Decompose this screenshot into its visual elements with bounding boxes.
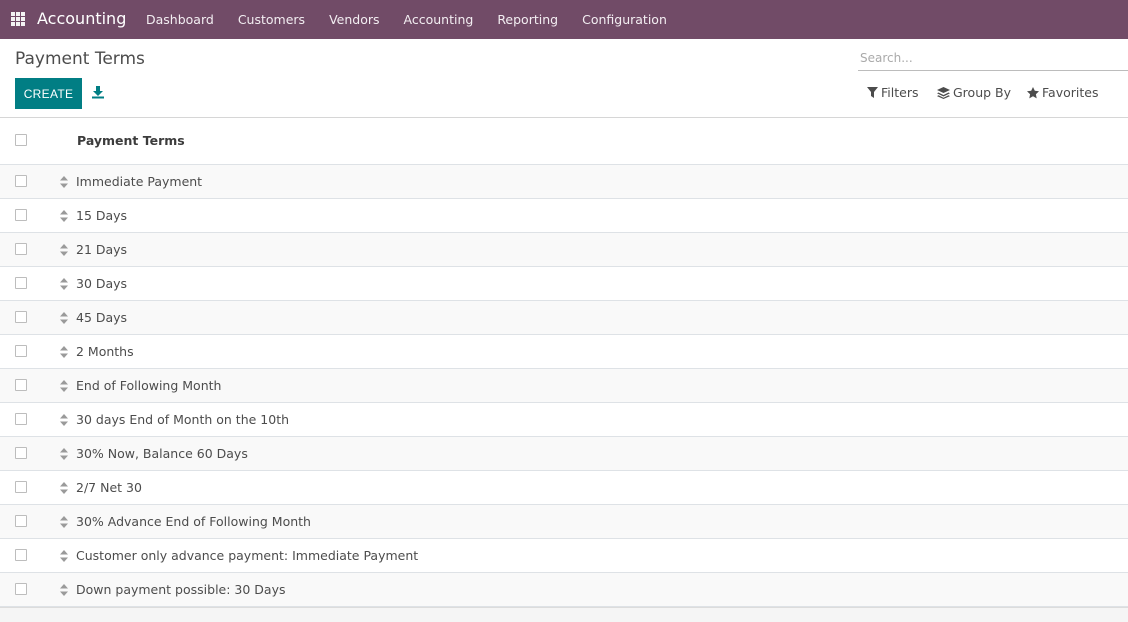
row-label: 30% Advance End of Following Month: [76, 514, 311, 529]
drag-handle-icon[interactable]: [60, 176, 68, 188]
table-row[interactable]: 21 Days: [0, 233, 1128, 267]
row-label: 30 Days: [76, 276, 128, 291]
payment-terms-list: Payment Terms Immediate Payment 15 Days 21…: [0, 118, 1128, 622]
row-label: 2 Months: [76, 344, 134, 359]
download-icon[interactable]: [91, 85, 105, 99]
top-navbar: Accounting Dashboard Customers Vendors A…: [0, 0, 1128, 39]
column-header-payment-terms[interactable]: Payment Terms: [77, 133, 185, 148]
row-checkbox[interactable]: [15, 447, 27, 459]
layers-icon: [937, 86, 950, 99]
row-checkbox[interactable]: [15, 549, 27, 561]
filter-icon: [867, 87, 878, 98]
row-label: Down payment possible: 30 Days: [76, 582, 286, 597]
table-row[interactable]: 45 Days: [0, 301, 1128, 335]
list-footer: [0, 607, 1128, 622]
app-brand[interactable]: Accounting: [37, 9, 126, 28]
row-checkbox[interactable]: [15, 345, 27, 357]
drag-handle-icon[interactable]: [60, 550, 68, 562]
filters-label: Filters: [881, 85, 919, 100]
search-input[interactable]: [860, 48, 1120, 68]
drag-handle-icon[interactable]: [60, 278, 68, 290]
row-label: 30 days End of Month on the 10th: [76, 412, 290, 427]
drag-handle-icon[interactable]: [60, 482, 68, 494]
table-row[interactable]: 15 Days: [0, 199, 1128, 233]
list-body: Immediate Payment 15 Days 21 Days 30 Days 45…: [0, 165, 1128, 607]
drag-handle-icon[interactable]: [60, 584, 68, 596]
drag-handle-icon[interactable]: [60, 210, 68, 222]
table-row[interactable]: 2 Months: [0, 335, 1128, 369]
favorites-label: Favorites: [1042, 85, 1099, 100]
table-row[interactable]: Customer only advance payment: Immediate…: [0, 539, 1128, 573]
create-button[interactable]: CREATE: [15, 78, 82, 109]
row-checkbox[interactable]: [15, 209, 27, 221]
row-checkbox[interactable]: [15, 481, 27, 493]
group-by-button[interactable]: Group By: [937, 85, 1011, 100]
filters-button[interactable]: Filters: [867, 85, 918, 100]
table-row[interactable]: 30% Now, Balance 60 Days: [0, 437, 1128, 471]
row-label: End of Following Month: [76, 378, 222, 393]
menu-reporting[interactable]: Reporting: [485, 0, 570, 39]
row-checkbox[interactable]: [15, 277, 27, 289]
row-checkbox[interactable]: [15, 311, 27, 323]
drag-handle-icon[interactable]: [60, 448, 68, 460]
menu-dashboard[interactable]: Dashboard: [134, 0, 226, 39]
drag-handle-icon[interactable]: [60, 312, 68, 324]
main-menu: Dashboard Customers Vendors Accounting R…: [134, 0, 679, 39]
group-by-label: Group By: [953, 85, 1012, 100]
menu-accounting[interactable]: Accounting: [392, 0, 486, 39]
table-row[interactable]: 30 Days: [0, 267, 1128, 301]
row-label: 2/7 Net 30: [76, 480, 142, 495]
select-all-checkbox[interactable]: [15, 134, 27, 146]
menu-configuration[interactable]: Configuration: [570, 0, 679, 39]
row-checkbox[interactable]: [15, 243, 27, 255]
app-grid-icon[interactable]: [11, 12, 25, 26]
row-label: 21 Days: [76, 242, 128, 257]
drag-handle-icon[interactable]: [60, 516, 68, 528]
favorites-button[interactable]: Favorites: [1027, 85, 1098, 100]
table-row[interactable]: Immediate Payment: [0, 165, 1128, 199]
row-checkbox[interactable]: [15, 379, 27, 391]
list-header: Payment Terms: [0, 118, 1128, 165]
menu-vendors[interactable]: Vendors: [317, 0, 391, 39]
row-checkbox[interactable]: [15, 175, 27, 187]
table-row[interactable]: Down payment possible: 30 Days: [0, 573, 1128, 607]
control-panel: Payment Terms CREATE Filters Group By Fa…: [0, 39, 1128, 118]
row-label: Customer only advance payment: Immediate…: [76, 548, 419, 563]
drag-handle-icon[interactable]: [60, 414, 68, 426]
drag-handle-icon[interactable]: [60, 380, 68, 392]
row-checkbox[interactable]: [15, 413, 27, 425]
row-label: Immediate Payment: [76, 174, 203, 189]
drag-handle-icon[interactable]: [60, 346, 68, 358]
row-label: 15 Days: [76, 208, 128, 223]
table-row[interactable]: 30 days End of Month on the 10th: [0, 403, 1128, 437]
table-row[interactable]: 2/7 Net 30: [0, 471, 1128, 505]
row-label: 45 Days: [76, 310, 128, 325]
table-row[interactable]: End of Following Month: [0, 369, 1128, 403]
table-row[interactable]: 30% Advance End of Following Month: [0, 505, 1128, 539]
search-box: [858, 46, 1128, 71]
row-label: 30% Now, Balance 60 Days: [76, 446, 248, 461]
row-checkbox[interactable]: [15, 515, 27, 527]
row-checkbox[interactable]: [15, 583, 27, 595]
star-icon: [1027, 86, 1039, 98]
page-title: Payment Terms: [15, 49, 145, 69]
drag-handle-icon[interactable]: [60, 244, 68, 256]
menu-customers[interactable]: Customers: [226, 0, 317, 39]
